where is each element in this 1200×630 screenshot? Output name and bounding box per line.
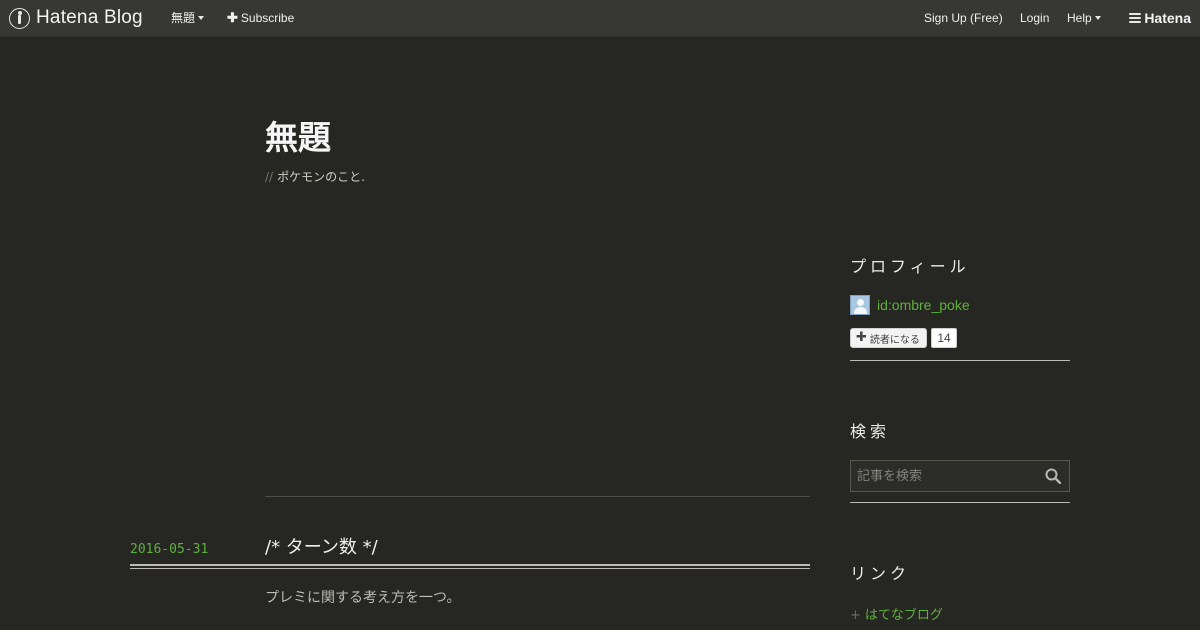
search-icon[interactable]	[1045, 468, 1061, 484]
caret-down-icon	[1094, 16, 1101, 20]
entry-title-rule-thin	[130, 568, 810, 569]
avatar[interactable]	[850, 295, 870, 315]
search-form	[850, 460, 1070, 492]
entry-title-rule	[130, 564, 810, 566]
top-navbar: Hatena Blog 無題 ✚ Subscribe Sign Up (Free)…	[0, 0, 1200, 37]
description-text: ポケモンのこと.	[277, 170, 365, 184]
links-heading: リンク	[850, 564, 911, 583]
hatena-blog-logo[interactable]: Hatena Blog	[9, 7, 143, 29]
sidebar-divider	[850, 360, 1070, 361]
hatena-logo-text: Hatena	[1144, 10, 1191, 26]
entry-date[interactable]: 2016-05-31	[130, 542, 208, 557]
search-heading: 検索	[850, 422, 891, 441]
sidebar-link-hatena-blog[interactable]: + はてなブログ	[850, 608, 943, 624]
plus-icon: ✚	[227, 10, 238, 25]
header-divider	[265, 496, 810, 497]
help-label: Help	[1067, 11, 1092, 25]
subscribe-reader-label: 読者になる	[869, 334, 920, 346]
caret-down-icon	[198, 16, 205, 20]
link-bullet: +	[850, 608, 861, 623]
subscribe-label: Subscribe	[240, 11, 295, 25]
sidebar-divider	[850, 502, 1070, 503]
subscribe-link[interactable]: ✚ Subscribe	[227, 10, 295, 26]
login-link[interactable]: Login	[1020, 11, 1049, 25]
hatena-blog-icon	[9, 7, 30, 29]
subscriber-count: 14	[931, 328, 957, 348]
help-dropdown[interactable]: Help	[1067, 11, 1101, 25]
search-input[interactable]	[851, 461, 1041, 491]
subscribe-reader-button[interactable]: ✚ 読者になる	[850, 328, 927, 348]
sidebar-link-label: はてなブログ	[864, 608, 943, 623]
description-prefix: //	[265, 170, 274, 184]
profile-user-id-link[interactable]: id:ombre_poke	[877, 297, 970, 313]
entry-title[interactable]: /* ターン数 */	[265, 537, 378, 559]
blog-menu-dropdown[interactable]: 無題	[171, 11, 205, 25]
hatena-icon	[1129, 12, 1142, 24]
profile-heading: プロフィール	[850, 257, 970, 276]
blog-description: //ポケモンのこと.	[265, 170, 365, 184]
sign-up-link[interactable]: Sign Up (Free)	[924, 11, 1003, 25]
plus-icon: ✚	[856, 330, 867, 345]
entry-body: プレミに関する考え方を一つ。	[265, 590, 461, 606]
brand-text: Hatena Blog	[36, 7, 143, 28]
blog-title[interactable]: 無題	[265, 118, 331, 158]
hatena-logo[interactable]: Hatena	[1129, 10, 1191, 26]
blog-menu-label: 無題	[171, 11, 196, 25]
